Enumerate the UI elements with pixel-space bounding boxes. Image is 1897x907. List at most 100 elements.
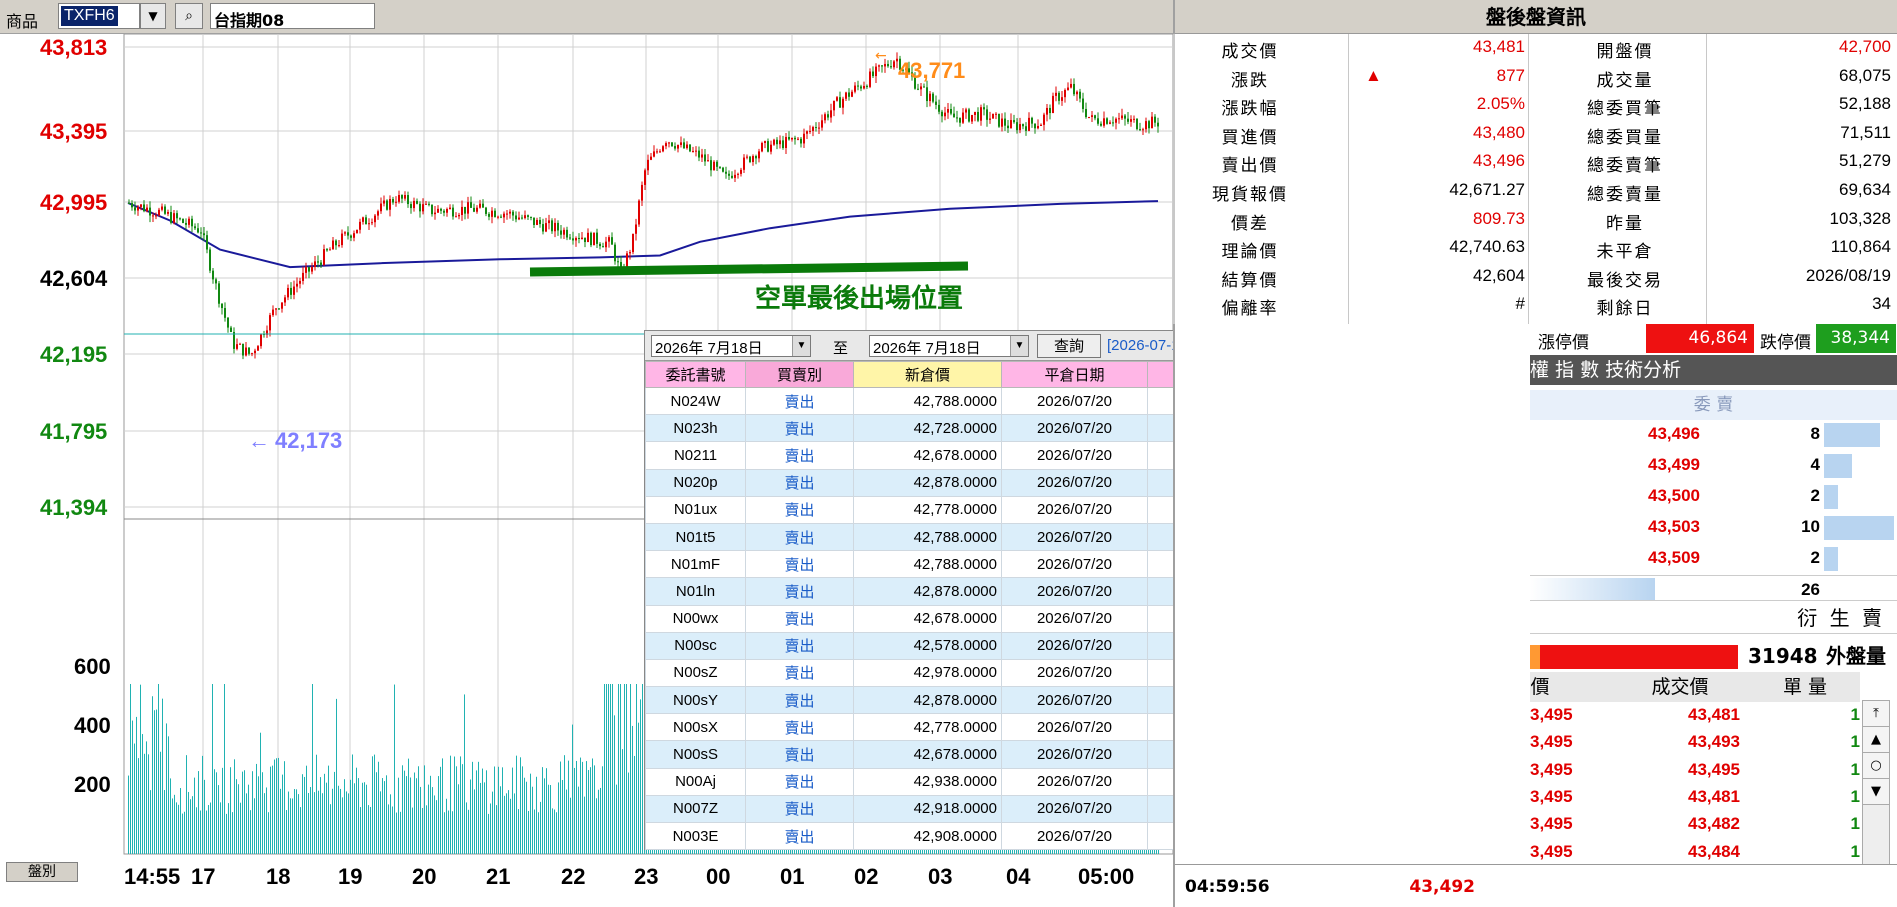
annotation-line (529, 261, 969, 277)
tick-cell: 1 (1850, 732, 1860, 752)
table-cell: 賣出 (745, 821, 854, 851)
table-cell: 2026/07/20 (1001, 522, 1148, 552)
period-button[interactable]: 盤別 (6, 862, 78, 882)
tick-row: 3,495 43,481 1 (1530, 784, 1860, 812)
tick-cell: 1 (1850, 705, 1860, 724)
outside-volume-label: 外盤量 (1826, 644, 1886, 668)
table-cell: 2026/07/20 (1001, 550, 1148, 579)
ask-row[interactable]: 43,499 4 (1530, 451, 1897, 481)
date-from-value: 2026年 7月18日 (655, 340, 763, 357)
ask-qty: 10 (1801, 517, 1820, 536)
table-cell: N00sS (645, 740, 746, 769)
panel-tabs[interactable]: 權 指 數 技術分析 (1530, 355, 1897, 385)
quote-label: 總委買筆 (1587, 99, 1663, 119)
table-cell: 42,728.0000 (853, 414, 1002, 443)
table-cell: 2026/07/20 (1001, 577, 1148, 606)
table-cell: N01mF (645, 550, 746, 579)
derived-sell-label: 衍 生 賣 (1530, 600, 1897, 634)
low-marker-arrow: ← (248, 428, 270, 453)
quote-value: 52,188 (1839, 94, 1891, 114)
table-cell: 賣出 (745, 686, 854, 715)
ask-price: 43,503 (1648, 517, 1700, 536)
ask-row[interactable]: 43,509 2 (1530, 544, 1897, 574)
quote-label: 剩餘日 (1596, 299, 1654, 319)
quote-row: 剩餘日 34 (1175, 294, 1897, 323)
table-cell: N01ux (645, 495, 746, 524)
product-code-input[interactable]: TXFH6 (58, 3, 140, 29)
limit-price-row: 漲停價 46,864 跌停價 38,344 (1500, 324, 1897, 354)
table-cell: 2026/07/20 (1001, 686, 1148, 715)
scroll-down-icon[interactable]: ▼ (1863, 779, 1889, 805)
quote-value: 110,864 (1830, 237, 1891, 257)
grid-divider (1348, 34, 1349, 324)
panel-title: 盤後盤資訊 (1175, 0, 1897, 34)
quote-label: 未平倉 (1596, 242, 1654, 262)
column-header[interactable]: 新倉價 (853, 361, 1002, 388)
time-tick-label: 17 (191, 864, 215, 889)
bottom-time: 04:59:56 (1185, 877, 1270, 897)
ask-volume-bar (1824, 547, 1838, 571)
ask-header: 委 賣 (1530, 390, 1897, 420)
time-tick-label: 19 (338, 864, 362, 889)
scroll-up-icon[interactable]: ▲ (1863, 727, 1889, 753)
table-cell: 42,918.0000 (853, 794, 1002, 824)
high-marker: 43,771 (898, 58, 965, 83)
scroll-top-icon[interactable]: ⤒ (1863, 701, 1889, 727)
ask-total: 26 (1801, 580, 1820, 599)
table-cell: N00wx (645, 604, 746, 633)
tick-row: 3,495 43,484 1 (1530, 839, 1860, 867)
scroll-center-icon[interactable]: ○ (1863, 753, 1889, 779)
limit-down-label: 跌停價 (1760, 333, 1811, 353)
ask-row[interactable]: 43,500 2 (1530, 482, 1897, 512)
table-cell: 42,878.0000 (853, 468, 1002, 497)
tick-scrollbar[interactable]: ⤒ ▲ ○ ▼ (1862, 700, 1890, 886)
table-cell: N003E (645, 821, 746, 851)
quote-value: 34 (1872, 294, 1891, 314)
ask-row[interactable]: 43,503 10 (1530, 513, 1897, 543)
tick-row: 3,495 43,482 1 (1530, 811, 1860, 839)
tick-header-trade: 成交價 (1651, 676, 1709, 698)
table-cell: 42,778.0000 (853, 713, 1002, 742)
product-search-button[interactable]: ⌕ (175, 3, 203, 29)
product-dropdown-button[interactable]: ▼ (140, 3, 166, 29)
table-cell: 42,788.0000 (853, 522, 1002, 552)
table-cell: 2026/07/20 (1001, 794, 1148, 824)
column-header[interactable]: 平倉日期 (1001, 361, 1148, 388)
product-code-value: TXFH6 (61, 6, 118, 26)
table-cell: 2026/07/20 (1001, 441, 1148, 470)
quote-value: 103,328 (1829, 208, 1891, 228)
table-cell: 賣出 (745, 713, 854, 742)
query-button[interactable]: 查詢 (1037, 334, 1101, 358)
ask-volume-bar (1824, 454, 1852, 478)
column-header[interactable]: 買賣別 (745, 361, 854, 388)
tick-header-qty: 單 量 (1782, 676, 1828, 698)
ask-qty: 2 (1810, 486, 1820, 505)
ask-price: 43,496 (1648, 424, 1700, 443)
table-cell: 42,578.0000 (853, 631, 1002, 660)
table-cell: 賣出 (745, 468, 854, 497)
price-tick-label: 42,995 (40, 190, 107, 215)
grid-divider (1528, 34, 1529, 324)
quote-label: 最後交易 (1587, 270, 1663, 290)
tick-cell: 3,495 (1530, 759, 1573, 779)
price-tick-label: 41,795 (40, 419, 107, 444)
table-cell: 賣出 (745, 495, 854, 524)
table-cell: N01t5 (645, 522, 746, 552)
table-cell: 賣出 (745, 550, 854, 579)
ask-price: 43,509 (1648, 548, 1700, 567)
quote-row: 昨量 103,328 (1175, 209, 1897, 238)
date-to-picker[interactable]: 2026年 7月18日 ▼ (869, 335, 1029, 357)
quote-value: 69,634 (1839, 180, 1891, 199)
ask-row[interactable]: 43,496 8 (1530, 420, 1897, 450)
time-tick-label: 02 (854, 864, 878, 889)
limit-down-value: 38,344 (1816, 324, 1896, 353)
table-cell: 42,788.0000 (853, 550, 1002, 579)
product-name-field: 台指期08 (210, 3, 375, 30)
date-from-picker[interactable]: 2026年 7月18日 ▼ (651, 335, 811, 357)
table-cell: N00sY (645, 686, 746, 715)
column-header[interactable]: 委託書號 (645, 361, 746, 388)
annotation-text: 空單最後出場位置 (755, 283, 963, 314)
ask-total-row: 26 (1530, 575, 1897, 603)
table-cell: 賣出 (745, 522, 854, 552)
time-tick-label: 01 (780, 864, 804, 889)
